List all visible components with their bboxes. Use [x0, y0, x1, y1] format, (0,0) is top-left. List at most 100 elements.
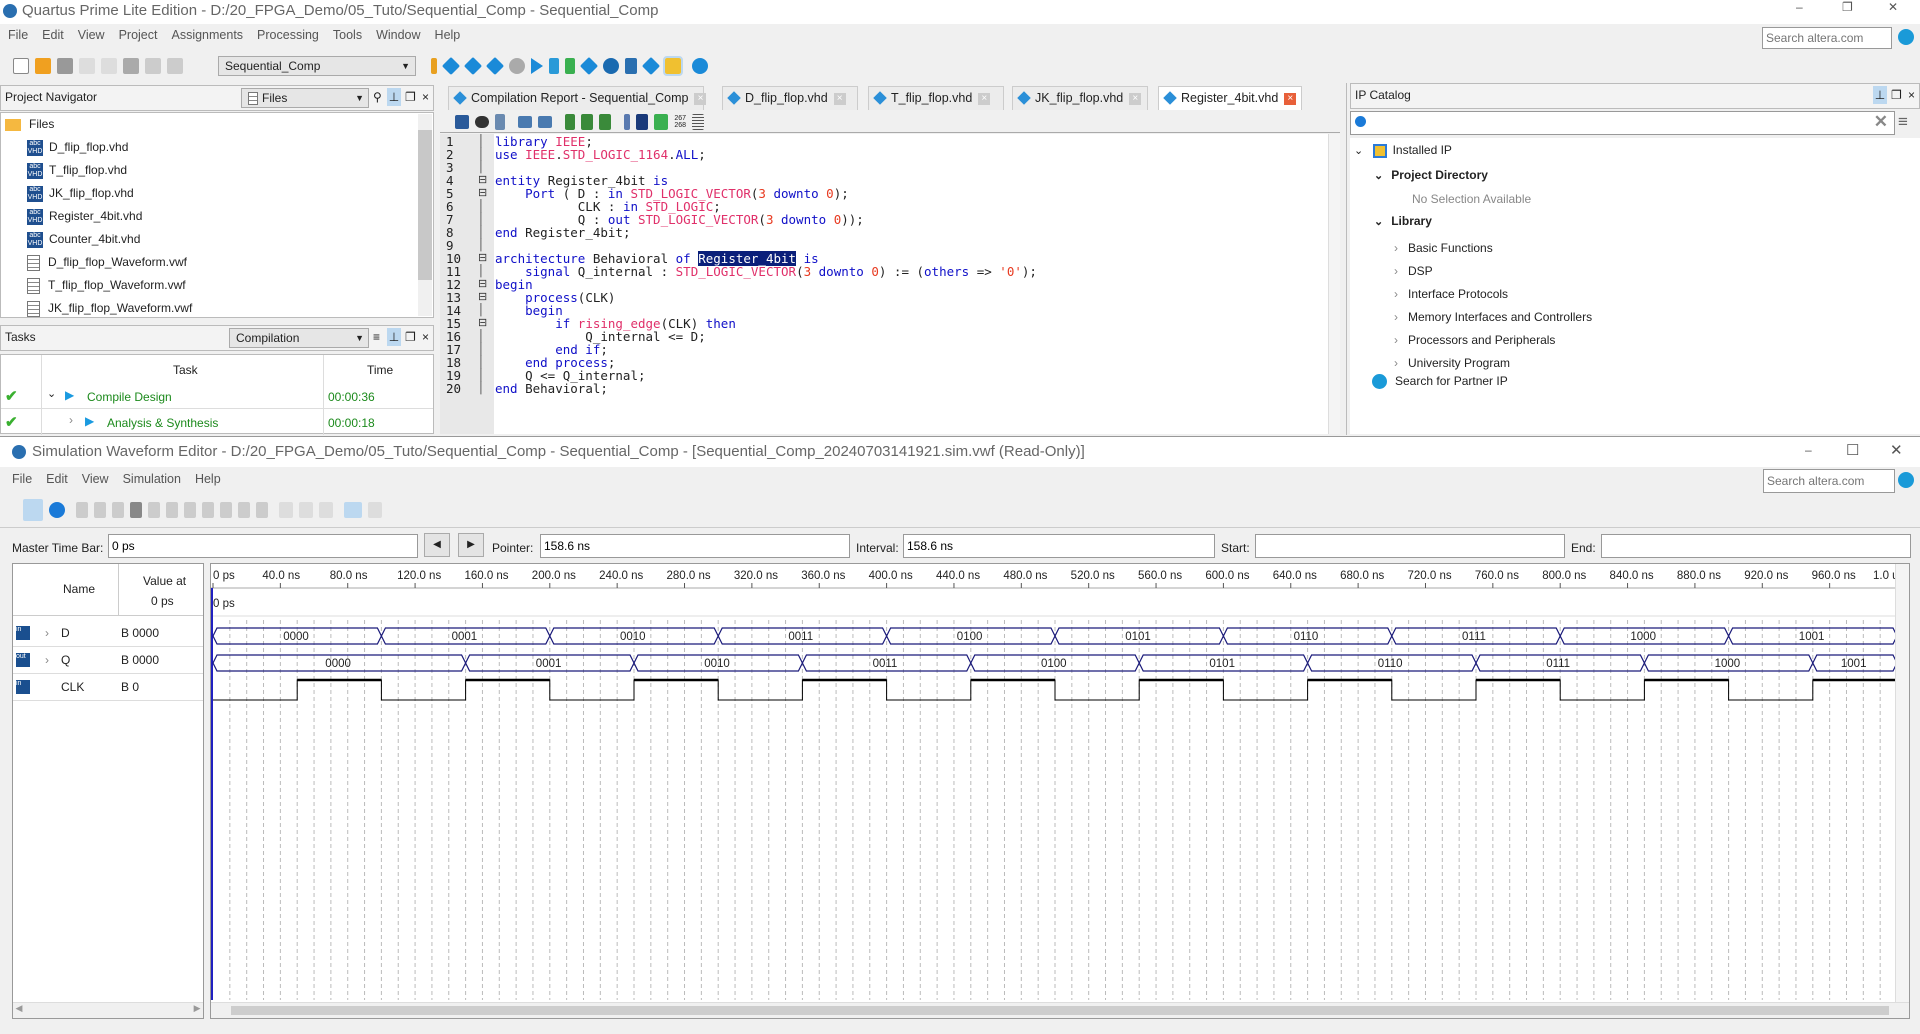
invert-icon[interactable]: [184, 502, 196, 518]
fold-toggle-icon[interactable]: ⊟: [478, 252, 487, 265]
menu-help[interactable]: Help: [435, 28, 461, 42]
stop-icon[interactable]: [509, 58, 525, 74]
force-low-icon[interactable]: [94, 502, 106, 518]
prev-bookmark-icon[interactable]: [599, 114, 611, 130]
wave-hscroll[interactable]: [211, 1002, 1909, 1018]
pin-icon[interactable]: ⊥: [1873, 86, 1887, 104]
fold-toggle-icon[interactable]: ⊟: [478, 278, 487, 291]
waveform-canvas[interactable]: 0 ps 40.0 ns 80.0 ns 120.0 ns 160.0 ns 200.0 …: [211, 564, 1897, 1000]
expand-chevron-icon[interactable]: ⌄: [47, 387, 56, 400]
netlist-sim-icon[interactable]: [319, 502, 333, 518]
close-tab-icon[interactable]: ×: [978, 92, 991, 105]
tasks-flow-select[interactable]: Compilation ▼: [229, 328, 369, 348]
attach-icon[interactable]: [624, 114, 630, 130]
sim-minimize-button[interactable]: –: [1805, 443, 1812, 457]
wave-vscroll[interactable]: [1895, 564, 1909, 1002]
close-button[interactable]: ✕: [1888, 0, 1898, 14]
report-icon[interactable]: [579, 56, 599, 76]
editor-tab[interactable]: Register_4bit.vhd ×: [1158, 86, 1302, 110]
fold-toggle-icon[interactable]: ⊟: [478, 317, 487, 330]
start-compilation-icon[interactable]: [531, 58, 543, 74]
expand-chevron-icon[interactable]: ›: [45, 647, 49, 674]
navigator-view-select[interactable]: Files ▼: [241, 88, 369, 108]
close-tab-icon[interactable]: ×: [694, 92, 707, 105]
bracket-icon[interactable]: [495, 114, 505, 130]
high-impedance-icon[interactable]: [130, 502, 142, 518]
arbitrary-value-icon[interactable]: [238, 502, 250, 518]
pointer-input[interactable]: [540, 534, 850, 558]
col-value-header[interactable]: Value at: [143, 574, 186, 588]
close-tab-icon[interactable]: ×: [833, 92, 846, 105]
float-icon[interactable]: ❐: [405, 86, 416, 108]
close-panel-icon[interactable]: ×: [422, 326, 429, 348]
analysis-icon[interactable]: [441, 56, 461, 76]
library-item[interactable]: › Memory Interfaces and Controllers: [1394, 306, 1592, 329]
pin-icon[interactable]: ⊥: [387, 328, 401, 346]
ip-search-box[interactable]: ✕: [1350, 111, 1895, 135]
prev-transition-button[interactable]: ◀: [424, 533, 450, 557]
menu-window[interactable]: Window: [376, 28, 420, 42]
wrap-icon[interactable]: [692, 114, 705, 130]
menu-processing[interactable]: Processing: [257, 28, 319, 42]
fold-toggle-icon[interactable]: ⊟: [478, 291, 487, 304]
sim-menu-help[interactable]: Help: [195, 472, 221, 486]
count-value-icon[interactable]: [202, 502, 214, 518]
indent-icon[interactable]: [518, 116, 532, 128]
find-icon[interactable]: [475, 116, 489, 128]
start-input[interactable]: [1255, 534, 1565, 558]
menu-project[interactable]: Project: [119, 28, 158, 42]
signal-row[interactable]: in CLK B 0: [13, 674, 203, 701]
check-syntax-icon[interactable]: [654, 114, 668, 130]
editor-tab[interactable]: Compilation Report - Sequential_Comp ×: [448, 86, 707, 110]
group-icon[interactable]: [368, 502, 382, 518]
editor-tab[interactable]: D_flip_flop.vhd ×: [722, 86, 858, 110]
expand-chevron-icon[interactable]: ›: [45, 620, 49, 647]
save-icon[interactable]: [57, 58, 73, 74]
restore-button[interactable]: ❐: [1842, 0, 1853, 14]
float-icon[interactable]: ❐: [405, 326, 416, 348]
weak-low-icon[interactable]: [148, 502, 160, 518]
redo-icon[interactable]: [167, 58, 183, 74]
menu-edit[interactable]: Edit: [42, 28, 64, 42]
waveform-panel[interactable]: 0 ps 40.0 ns 80.0 ns 120.0 ns 160.0 ns 200.0 …: [210, 563, 1910, 1019]
files-root[interactable]: Files: [5, 113, 433, 136]
project-select[interactable]: Sequential_Comp ▼: [218, 56, 416, 76]
timing-analyzer-icon[interactable]: [603, 58, 619, 74]
list-icon[interactable]: ≡: [373, 326, 380, 348]
main-search-input[interactable]: [1762, 27, 1892, 49]
file-item[interactable]: abc VHD Register_4bit.vhd: [5, 205, 433, 228]
edit-icon[interactable]: [431, 58, 437, 74]
sim-close-button[interactable]: ✕: [1890, 441, 1903, 459]
editor-scrollbar[interactable]: [1328, 134, 1340, 434]
close-panel-icon[interactable]: ×: [422, 86, 429, 108]
fold-toggle-icon[interactable]: ⊟: [478, 187, 487, 200]
analysis-check-icon[interactable]: [549, 58, 559, 74]
task-row[interactable]: ✔ › ▶ Analysis & Synthesis 00:00:18: [1, 411, 433, 435]
file-item[interactable]: abc VHD T_flip_flop.vhd: [5, 159, 433, 182]
close-tab-icon[interactable]: ×: [1284, 92, 1297, 105]
file-item[interactable]: abc VHD Counter_4bit.vhd: [5, 228, 433, 251]
library-item[interactable]: › University Program: [1394, 352, 1592, 375]
fitter-icon[interactable]: [565, 58, 575, 74]
next-bookmark-icon[interactable]: [581, 114, 593, 130]
float-icon[interactable]: ❐: [1891, 84, 1902, 106]
scroll-thumb[interactable]: [418, 130, 432, 280]
ip-catalog-icon[interactable]: [663, 56, 683, 76]
expand-chevron-icon[interactable]: ›: [69, 413, 73, 427]
close-tab-icon[interactable]: ×: [1129, 92, 1142, 105]
minimize-button[interactable]: –: [1796, 0, 1803, 14]
col-name-header[interactable]: Name: [63, 582, 95, 596]
undo-icon[interactable]: [145, 58, 161, 74]
timing-icon[interactable]: [485, 56, 505, 76]
ip-partner-search[interactable]: Search for Partner IP: [1372, 374, 1508, 390]
hscroll-thumb[interactable]: [231, 1006, 1889, 1015]
elaboration-icon[interactable]: [463, 56, 483, 76]
play-icon[interactable]: ▶: [65, 388, 74, 402]
name-panel-hscroll[interactable]: ◀ ▶: [13, 1002, 203, 1018]
ip-library[interactable]: ⌄ Library: [1374, 214, 1432, 228]
weak-high-icon[interactable]: [166, 502, 178, 518]
paste-icon[interactable]: [123, 58, 139, 74]
task-row[interactable]: ✔ ⌄ ▶ Compile Design 00:00:36: [1, 385, 433, 409]
new-file-icon[interactable]: [13, 58, 29, 74]
copy-icon[interactable]: [101, 58, 117, 74]
